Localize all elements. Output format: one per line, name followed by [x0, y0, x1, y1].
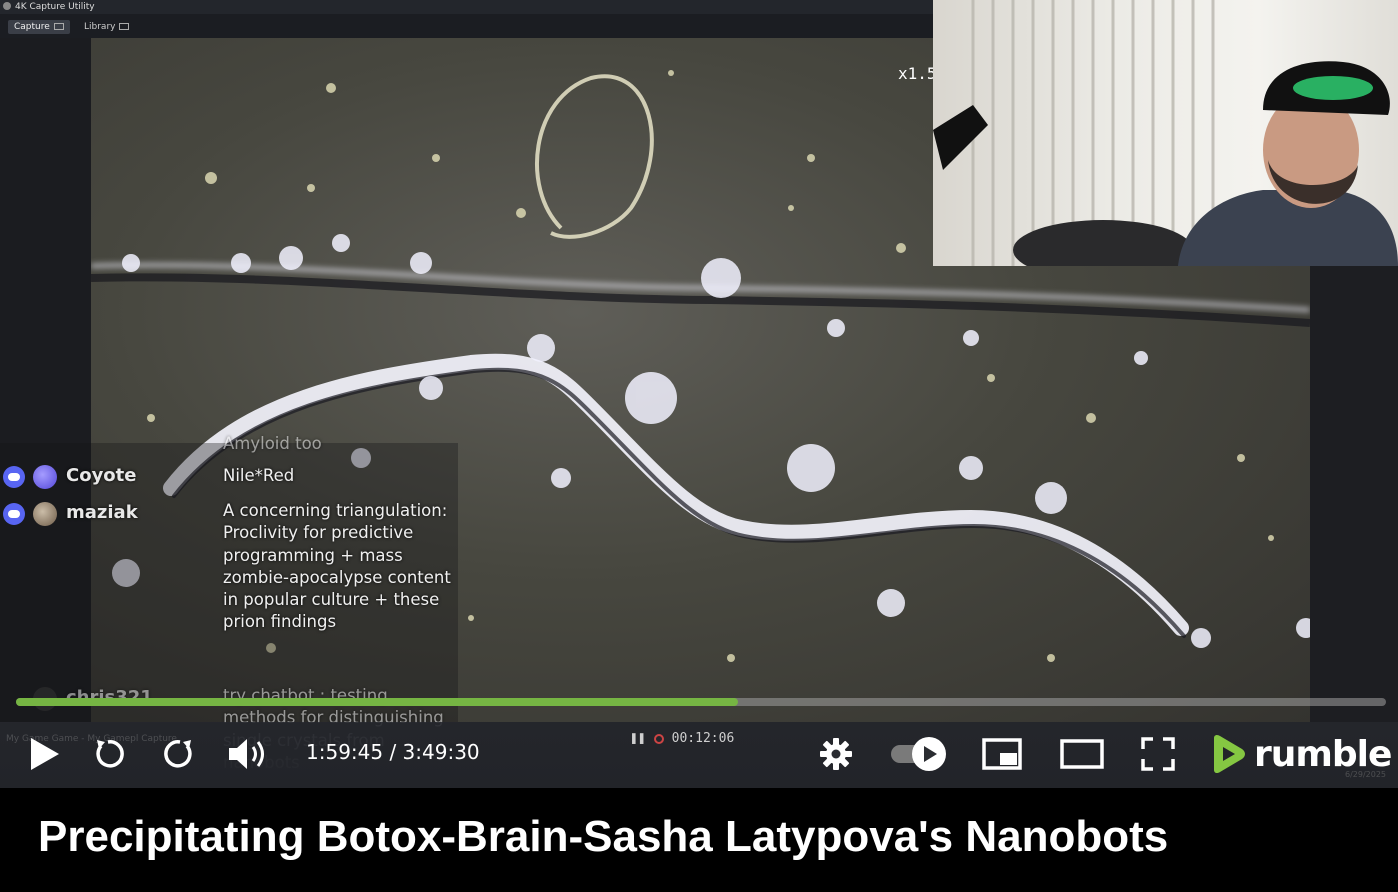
capture-app-tabs: Capture Library	[0, 14, 933, 38]
player-controls: My Game Game - My Gamepl Capture 6/29/20…	[0, 722, 1398, 788]
webcam-image	[933, 0, 1398, 266]
tab-capture-label: Capture	[14, 22, 50, 32]
loop-fiber	[535, 74, 654, 239]
rewind-button[interactable]	[88, 736, 128, 772]
chat-overlay: Amyloid too Coyote Nile*Red maziak A con…	[0, 434, 458, 772]
chat-username: Coyote	[66, 465, 137, 486]
play-icon	[31, 738, 59, 770]
pip-icon	[982, 738, 1022, 770]
tab-library-label: Library	[84, 22, 116, 32]
webcam-inset	[933, 0, 1398, 266]
record-icon	[653, 734, 664, 744]
avatar	[33, 502, 57, 526]
settings-button[interactable]	[816, 736, 856, 772]
time-display: 1:59:45 / 3:49:30	[306, 740, 480, 764]
forward-button[interactable]	[160, 736, 200, 772]
capture-app-titlebar: 4K Capture Utility	[0, 0, 933, 14]
settings-icon	[820, 738, 852, 770]
autoplay-toggle-icon	[891, 737, 946, 771]
microscope-eyepiece	[933, 105, 988, 170]
discord-icon	[3, 503, 25, 525]
chat-message-text: Nile*Red	[223, 466, 295, 485]
theater-icon	[1060, 739, 1104, 769]
app-title: 4K Capture Utility	[15, 2, 95, 12]
avatar	[33, 465, 57, 489]
volume-button[interactable]	[226, 736, 272, 772]
chat-username: maziak	[66, 502, 138, 523]
forward-icon	[164, 740, 192, 768]
tab-library[interactable]: Library	[78, 20, 135, 34]
discord-icon	[3, 466, 25, 488]
video-title-bar: Precipitating Botox-Brain-Sasha Latypova…	[0, 788, 1398, 892]
app-logo-icon	[3, 2, 11, 10]
brand-name: rumble	[1254, 733, 1392, 775]
pip-button[interactable]	[980, 736, 1024, 772]
recording-time: 00:12:06	[671, 731, 735, 746]
seek-bar-progress	[16, 698, 738, 706]
person-shirt	[1178, 190, 1398, 266]
theater-mode-button[interactable]	[1058, 736, 1106, 772]
library-tab-icon	[119, 23, 130, 30]
sunglasses	[1293, 76, 1373, 100]
rumble-play-icon	[1214, 734, 1245, 774]
office-chair	[1013, 220, 1193, 266]
tab-capture[interactable]: Capture	[8, 20, 70, 34]
fullscreen-button[interactable]	[1138, 736, 1178, 772]
chat-message-text: A concerning triangulation: Proclivity f…	[223, 501, 451, 632]
autoplay-toggle[interactable]	[888, 736, 950, 772]
rumble-logo[interactable]: rumble	[1208, 733, 1392, 775]
chat-message-text: Amyloid too	[223, 434, 322, 453]
fullscreen-icon	[1141, 737, 1175, 771]
rewind-icon	[96, 740, 124, 768]
recording-status: ❚❚ 00:12:06	[630, 731, 734, 746]
video-title: Precipitating Botox-Brain-Sasha Latypova…	[38, 812, 1169, 861]
play-button[interactable]	[24, 736, 64, 772]
capture-tab-icon	[53, 23, 64, 30]
volume-icon	[229, 739, 264, 769]
zoom-level: x1.5	[898, 64, 937, 83]
pause-icon: ❚❚	[630, 731, 646, 746]
seek-bar[interactable]	[16, 698, 1386, 706]
right-dark-panel	[1310, 266, 1398, 722]
